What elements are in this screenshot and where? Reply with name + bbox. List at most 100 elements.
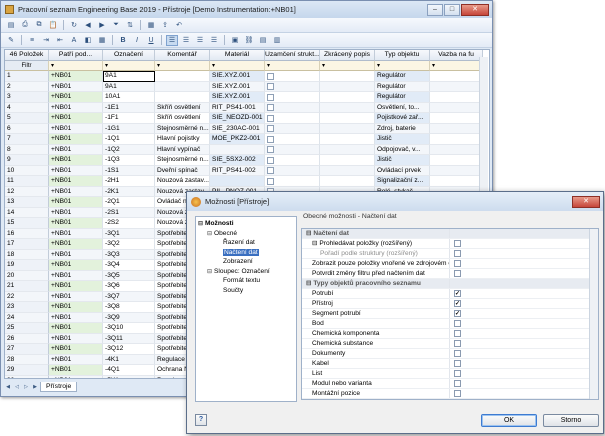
cell-designation[interactable]: -4K1 (103, 354, 155, 365)
tree-node[interactable]: Řazení dat (198, 238, 294, 248)
cancel-button[interactable]: Storno (543, 414, 599, 427)
property-value[interactable] (450, 279, 598, 288)
table-row[interactable]: 7 +NB01 -1Q1 Hlavní pojistky MOE_PKZ2-001 Jis… (5, 134, 489, 145)
cell-comment[interactable]: Hlavní vypínač (155, 144, 210, 155)
cell-comment[interactable] (155, 81, 210, 92)
cell-parent[interactable]: +NB01 (49, 365, 103, 376)
cell-designation[interactable]: -2S1 (103, 207, 155, 218)
structure-lock-checkbox[interactable] (267, 104, 274, 111)
cell-material[interactable]: SIE_NEOZD-001 (210, 113, 265, 124)
align-left-icon[interactable]: ≡ (26, 35, 38, 46)
cell-structure-lock[interactable] (265, 144, 320, 155)
sort-icon[interactable]: ⇅ (124, 20, 136, 31)
column-header[interactable]: Patří pod... (49, 50, 103, 61)
cell-designation[interactable]: -3Q4 (103, 260, 155, 271)
grid-icon[interactable]: ▤ (257, 35, 269, 46)
cell-structure-lock[interactable] (265, 113, 320, 124)
structure-lock-checkbox[interactable] (267, 156, 274, 164)
structure-lock-checkbox[interactable] (267, 135, 274, 143)
cell-structure-lock[interactable] (265, 81, 320, 92)
tree-node[interactable]: Načtení dat (198, 248, 294, 258)
property-checkbox[interactable] (454, 370, 461, 377)
export-icon[interactable]: ⇪ (159, 20, 171, 31)
row-number[interactable]: 14 (5, 207, 49, 218)
cell-designation[interactable]: -2Q1 (103, 197, 155, 208)
cell-structure-lock[interactable] (265, 155, 320, 166)
cell-material[interactable]: RIT_PS41-002 (210, 165, 265, 176)
property-value[interactable] (450, 369, 598, 378)
cell-structure-lock[interactable] (265, 134, 320, 145)
cell-comment[interactable]: Stejnosměrné n... (155, 123, 210, 134)
property-row[interactable]: List (302, 369, 598, 379)
property-scrollbar[interactable] (589, 229, 598, 399)
structure-lock-checkbox[interactable] (267, 72, 274, 80)
row-number[interactable]: 27 (5, 344, 49, 355)
row-number[interactable]: 17 (5, 239, 49, 250)
column-header[interactable]: Komentář (155, 50, 210, 61)
first-sheet-icon[interactable]: ◀ (4, 383, 12, 391)
cell-short-description[interactable] (320, 155, 375, 166)
row-number[interactable]: 4 (5, 102, 49, 113)
cell-designation[interactable]: -3Q11 (103, 333, 155, 344)
cell-parent[interactable]: +NB01 (49, 375, 103, 378)
cell-comment[interactable]: Dveřní spínač (155, 165, 210, 176)
structure-lock-checkbox[interactable] (267, 167, 274, 174)
cell-parent[interactable]: +NB01 (49, 134, 103, 145)
row-number[interactable]: 25 (5, 323, 49, 334)
cell-parent[interactable]: +NB01 (49, 197, 103, 208)
align-right-text-icon[interactable]: ☰ (194, 35, 206, 46)
property-checkbox[interactable] (454, 270, 461, 277)
filter-cell[interactable]: ▾ (49, 60, 103, 71)
property-value[interactable] (450, 229, 598, 238)
cell-function-link[interactable] (430, 155, 483, 166)
cell-material[interactable] (210, 144, 265, 155)
cell-function-link[interactable] (430, 81, 483, 92)
refresh-icon[interactable]: ↻ (68, 20, 80, 31)
cell-designation[interactable]: -3Q2 (103, 239, 155, 250)
table-row[interactable]: 10 +NB01 -1S1 Dveřní spínač RIT_PS41-002 Ovlá… (5, 165, 489, 176)
property-row[interactable]: Pořadí podle struktury (rozšířený) (302, 249, 598, 259)
cell-designation[interactable]: 9A1 (103, 81, 155, 92)
cell-structure-lock[interactable] (265, 92, 320, 103)
column-header[interactable]: Typ objektu (375, 50, 430, 61)
row-number[interactable]: 1 (5, 71, 49, 82)
copy-icon[interactable]: ⧉ (33, 20, 45, 31)
cell-designation[interactable]: -3Q6 (103, 281, 155, 292)
property-row[interactable]: ⊟ Prohledávat položky (rozšířený) (302, 239, 598, 249)
cell-parent[interactable]: +NB01 (49, 113, 103, 124)
row-number[interactable]: 13 (5, 197, 49, 208)
next-sheet-icon[interactable]: ▷ (22, 383, 30, 391)
table-row[interactable]: 3 +NB01 10A1 SIE.XYZ.001 Regulátor (5, 92, 489, 103)
filter-cell[interactable]: ▾ (265, 60, 320, 71)
row-number[interactable]: 20 (5, 270, 49, 281)
property-checkbox[interactable] (454, 250, 461, 257)
cell-parent[interactable]: +NB01 (49, 71, 103, 82)
row-number[interactable]: 6 (5, 123, 49, 134)
justify-text-icon[interactable]: ☰ (208, 35, 220, 46)
align-left-text-icon[interactable]: ☰ (166, 34, 178, 46)
cell-designation[interactable]: -1E1 (103, 102, 155, 113)
property-checkbox[interactable] (454, 340, 461, 347)
cell-designation[interactable]: -2H1 (103, 176, 155, 187)
cell-parent[interactable]: +NB01 (49, 260, 103, 271)
cell-designation[interactable]: -3Q8 (103, 302, 155, 313)
table-icon[interactable]: ▦ (145, 20, 157, 31)
property-value[interactable] (450, 239, 598, 248)
expand-icon[interactable]: ⊟ (207, 268, 214, 278)
cell-designation[interactable]: -1S1 (103, 165, 155, 176)
property-row[interactable]: Chemická substance (302, 339, 598, 349)
font-color-icon[interactable]: A (68, 35, 80, 46)
cell-designation[interactable]: -2S2 (103, 218, 155, 229)
cell-structure-lock[interactable] (265, 165, 320, 176)
close-button[interactable]: ✕ (461, 3, 489, 16)
column-header[interactable]: Uzamčení strukt... (265, 50, 320, 61)
column-header[interactable]: Označení (103, 50, 155, 61)
property-checkbox[interactable]: ✓ (454, 300, 461, 307)
row-number[interactable]: 29 (5, 365, 49, 376)
save-icon[interactable]: ▤ (5, 20, 17, 31)
bold-button[interactable]: B (117, 35, 129, 46)
prev-sheet-icon[interactable]: ◁ (13, 383, 21, 391)
structure-lock-checkbox[interactable] (267, 125, 274, 132)
cell-comment[interactable]: Hlavní pojistky (155, 134, 210, 145)
row-number[interactable]: 10 (5, 165, 49, 176)
